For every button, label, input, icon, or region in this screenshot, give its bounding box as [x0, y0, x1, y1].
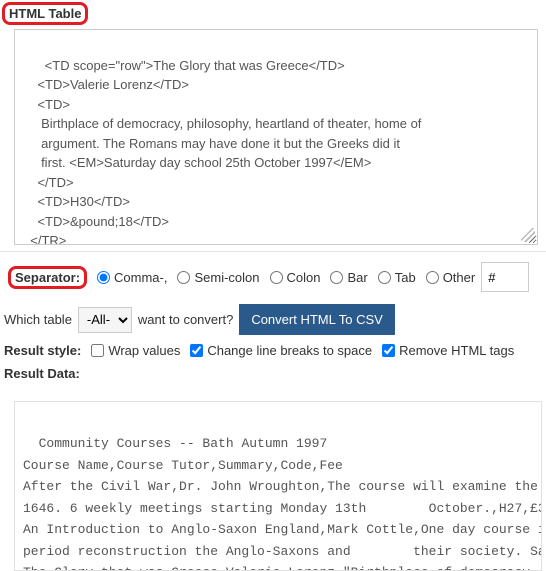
- separator-label: Separator:: [8, 266, 87, 289]
- separator-option-bar[interactable]: Bar: [326, 270, 367, 285]
- which-table-select[interactable]: -All-: [78, 307, 132, 333]
- separator-option-semicolon[interactable]: Semi-colon: [173, 270, 259, 285]
- wrap-values-checkbox[interactable]: [91, 344, 104, 357]
- html-source-content: <TD scope="row">The Glory that was Greec…: [23, 58, 421, 246]
- result-style-label: Result style:: [4, 343, 81, 358]
- separator-option-tab[interactable]: Tab: [374, 270, 416, 285]
- separator-text-colon: Colon: [287, 270, 321, 285]
- result-output[interactable]: Community Courses -- Bath Autumn 1997 Co…: [14, 401, 542, 571]
- linebreaks-checkbox[interactable]: [190, 344, 203, 357]
- separator-text-semicolon: Semi-colon: [194, 270, 259, 285]
- panel-title: HTML Table: [2, 2, 88, 25]
- wrap-values-option[interactable]: Wrap values: [87, 343, 180, 358]
- separator-radio-semicolon[interactable]: [177, 271, 190, 284]
- removehtml-option[interactable]: Remove HTML tags: [378, 343, 514, 358]
- resize-handle-icon[interactable]: [521, 228, 535, 242]
- separator-text-comma: Comma-,: [114, 270, 167, 285]
- linebreaks-text: Change line breaks to space: [207, 343, 372, 358]
- separator-radio-other[interactable]: [426, 271, 439, 284]
- separator-radio-comma[interactable]: [97, 271, 110, 284]
- separator-radio-colon[interactable]: [270, 271, 283, 284]
- removehtml-checkbox[interactable]: [382, 344, 395, 357]
- result-output-content: Community Courses -- Bath Autumn 1997 Co…: [23, 436, 542, 571]
- which-table-prefix: Which table: [4, 312, 72, 327]
- separator-text-tab: Tab: [395, 270, 416, 285]
- separator-text-other: Other: [443, 270, 476, 285]
- separator-text-bar: Bar: [347, 270, 367, 285]
- wrap-values-text: Wrap values: [108, 343, 180, 358]
- convert-button[interactable]: Convert HTML To CSV: [239, 304, 395, 335]
- linebreaks-option[interactable]: Change line breaks to space: [186, 343, 372, 358]
- result-data-label: Result Data:: [4, 366, 80, 381]
- separator-option-colon[interactable]: Colon: [266, 270, 321, 285]
- separator-radio-tab[interactable]: [378, 271, 391, 284]
- separator-option-other[interactable]: Other: [422, 270, 476, 285]
- which-table-suffix: want to convert?: [138, 312, 233, 327]
- separator-other-input[interactable]: [481, 262, 529, 292]
- html-source-textarea[interactable]: <TD scope="row">The Glory that was Greec…: [14, 29, 538, 245]
- removehtml-text: Remove HTML tags: [399, 343, 514, 358]
- separator-option-comma[interactable]: Comma-,: [93, 270, 167, 285]
- separator-radio-bar[interactable]: [330, 271, 343, 284]
